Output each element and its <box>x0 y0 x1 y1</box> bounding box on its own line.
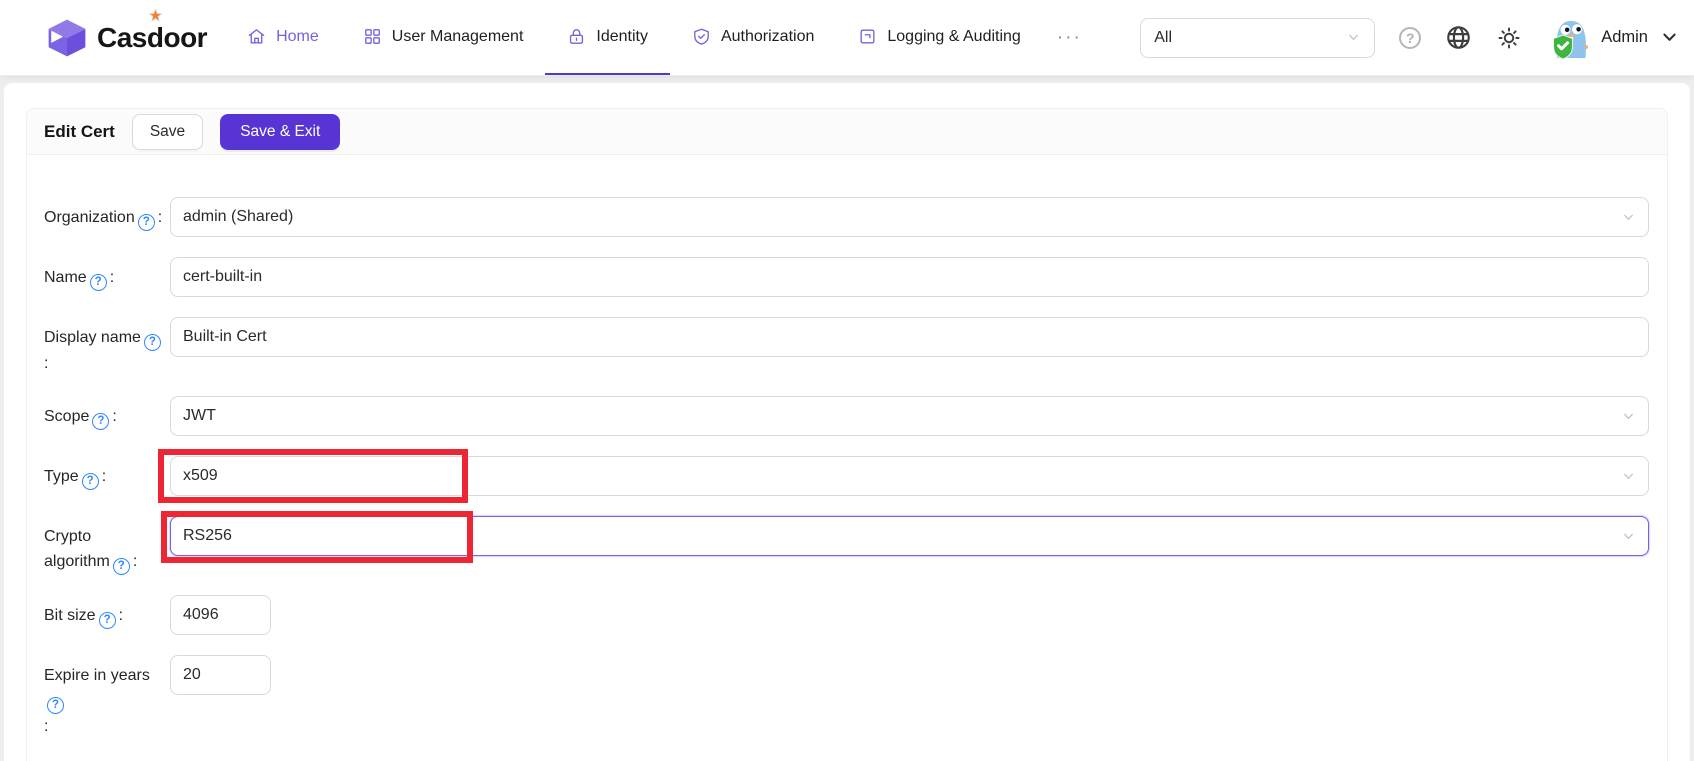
nav-item-authorization[interactable]: Authorization <box>670 0 836 75</box>
nav-item-user-management[interactable]: User Management <box>341 0 546 75</box>
organization-select[interactable]: admin (Shared) <box>170 197 1649 237</box>
nav-item-label: User Management <box>392 28 524 46</box>
help-icon[interactable]: ? <box>92 413 109 430</box>
expire-in-years-value: 20 <box>183 666 201 684</box>
organization-filter-select[interactable]: All <box>1140 18 1375 58</box>
display-name-input[interactable]: Built-in Cert <box>170 317 1649 357</box>
help-button[interactable]: ? <box>1399 27 1421 49</box>
nav-item-label: Home <box>276 28 319 46</box>
field-control-wrap-display-name: Built-in Cert <box>170 317 1649 376</box>
casdoor-cube-icon <box>46 17 88 59</box>
chevron-down-icon <box>1621 529 1636 544</box>
save-button[interactable]: Save <box>132 114 203 150</box>
nav-item-label: Authorization <box>721 28 814 46</box>
shield-check-icon <box>692 27 711 46</box>
main-nav: Home User Management Identity Authorization… <box>225 0 1043 75</box>
avatar <box>1546 17 1588 59</box>
expire-in-years-input[interactable]: 20 <box>170 655 271 695</box>
chevron-down-icon <box>1621 409 1636 424</box>
content-panel: Edit Cert Save Save & Exit Organization?… <box>4 83 1690 761</box>
nav-item-logging-auditing[interactable]: Logging & Auditing <box>836 0 1042 75</box>
brand-logo[interactable]: Casdoor <box>46 0 207 75</box>
form-row-bit-size: Bit size?: 4096 <box>44 595 1649 635</box>
theme-toggle-button[interactable] <box>1496 25 1522 51</box>
type-select[interactable]: x509 <box>170 456 1649 496</box>
crypto-algorithm-value: RS256 <box>183 527 232 545</box>
help-icon[interactable]: ? <box>82 473 99 490</box>
nav-item-home[interactable]: Home <box>225 0 341 75</box>
edit-cert-card: Edit Cert Save Save & Exit Organization?… <box>26 108 1668 761</box>
bit-size-input[interactable]: 4096 <box>170 595 271 635</box>
page-title: Edit Cert <box>44 122 115 142</box>
name-value: cert-built-in <box>183 268 262 286</box>
form-row-scope: Scope?: JWT <box>44 396 1649 436</box>
form-row-expire-in-years: Expire in years?: 20 <box>44 655 1649 739</box>
chevron-down-icon <box>1346 30 1361 45</box>
language-button[interactable] <box>1445 24 1472 51</box>
help-icon[interactable]: ? <box>138 214 155 231</box>
type-value: x509 <box>183 467 218 485</box>
field-control-wrap-crypto-algorithm: RS256 <box>170 516 1649 575</box>
help-icon[interactable]: ? <box>90 274 107 291</box>
nav-item-identity[interactable]: Identity <box>545 0 670 75</box>
form-row-type: Type?: x509 <box>44 456 1649 496</box>
organization-value: admin (Shared) <box>183 208 293 226</box>
field-label-display-name: Display name?: <box>44 317 170 376</box>
field-label-bit-size: Bit size?: <box>44 595 170 635</box>
account-name: Admin <box>1601 28 1648 47</box>
form-row-name: Name?: cert-built-in <box>44 257 1649 297</box>
name-input[interactable]: cert-built-in <box>170 257 1649 297</box>
field-control-wrap-bit-size: 4096 <box>170 595 1649 635</box>
scope-value: JWT <box>183 407 216 425</box>
field-label-crypto-algorithm: Cryptoalgorithm?: <box>44 516 170 575</box>
help-icon[interactable]: ? <box>47 697 64 714</box>
field-control-wrap-organization: admin (Shared) <box>170 197 1649 237</box>
help-icon[interactable]: ? <box>144 334 161 351</box>
nav-overflow-button[interactable]: ··· <box>1043 0 1096 75</box>
chevron-down-icon <box>1621 210 1636 225</box>
nav-item-label: Logging & Auditing <box>887 28 1020 46</box>
form-row-crypto-algorithm: Cryptoalgorithm?: RS256 <box>44 516 1649 575</box>
field-label-type: Type?: <box>44 456 170 496</box>
display-name-value: Built-in Cert <box>183 328 267 346</box>
save-and-exit-button[interactable]: Save & Exit <box>220 114 340 150</box>
field-control-wrap-type: x509 <box>170 456 1649 496</box>
field-label-name: Name?: <box>44 257 170 297</box>
field-control-wrap-name: cert-built-in <box>170 257 1649 297</box>
cert-form: Organization?: admin (Shared) Name?: cert-b… <box>27 155 1667 739</box>
grid-icon <box>363 27 382 46</box>
field-label-scope: Scope?: <box>44 396 170 436</box>
question-circle-icon: ? <box>1399 27 1421 49</box>
help-icon[interactable]: ? <box>113 558 130 575</box>
nav-item-label: Identity <box>596 28 648 46</box>
bit-size-value: 4096 <box>183 606 219 624</box>
globe-icon <box>1445 24 1472 51</box>
field-label-expire-in-years: Expire in years?: <box>44 655 170 739</box>
log-icon <box>858 27 877 46</box>
spark-icon <box>149 9 162 27</box>
home-icon <box>247 27 266 46</box>
field-label-organization: Organization?: <box>44 197 170 237</box>
field-control-wrap-scope: JWT <box>170 396 1649 436</box>
organization-filter-value: All <box>1154 29 1172 47</box>
top-navbar: Casdoor Home User Management Identity Autho… <box>0 0 1694 76</box>
chevron-down-icon <box>1621 469 1636 484</box>
caret-down-icon <box>1661 29 1678 46</box>
sun-icon <box>1496 25 1522 51</box>
crypto-algorithm-select[interactable]: RS256 <box>170 516 1649 556</box>
help-icon[interactable]: ? <box>99 612 116 629</box>
card-header: Edit Cert Save Save & Exit <box>27 109 1667 155</box>
account-menu[interactable]: Admin <box>1546 17 1678 59</box>
form-row-organization: Organization?: admin (Shared) <box>44 197 1649 237</box>
lock-icon <box>567 27 586 46</box>
field-control-wrap-expire-in-years: 20 <box>170 655 1649 739</box>
scope-select[interactable]: JWT <box>170 396 1649 436</box>
navbar-right: All ? <box>1140 0 1678 75</box>
form-row-display-name: Display name?: Built-in Cert <box>44 317 1649 376</box>
